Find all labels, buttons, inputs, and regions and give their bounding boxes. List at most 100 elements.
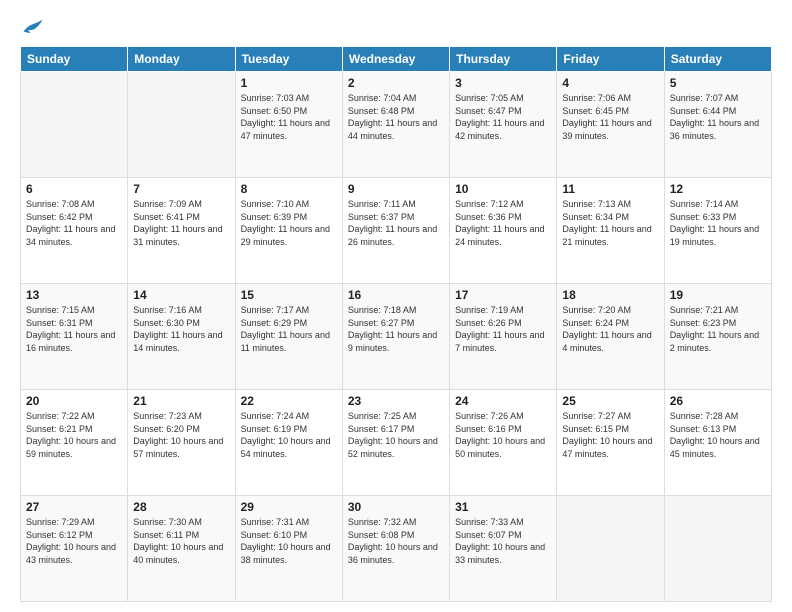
day-info: Sunrise: 7:16 AMSunset: 6:30 PMDaylight:… (133, 304, 229, 354)
day-number: 26 (670, 394, 766, 408)
day-info: Sunrise: 7:05 AMSunset: 6:47 PMDaylight:… (455, 92, 551, 142)
week-row-2: 6Sunrise: 7:08 AMSunset: 6:42 PMDaylight… (21, 178, 772, 284)
calendar-cell: 3 Sunrise: 7:05 AMSunset: 6:47 PMDaylight… (450, 72, 557, 178)
calendar-cell: 29Sunrise: 7:31 AMSunset: 6:10 PMDayligh… (235, 496, 342, 602)
day-number: 29 (241, 500, 337, 514)
day-number: 14 (133, 288, 229, 302)
day-info: Sunrise: 7:14 AMSunset: 6:33 PMDaylight:… (670, 198, 766, 248)
header (20, 18, 772, 36)
logo-text (20, 18, 44, 36)
weekday-header-monday: Monday (128, 47, 235, 72)
calendar-cell (21, 72, 128, 178)
calendar-cell: 24 Sunrise: 7:26 AMSunset: 6:16 PMDayligh… (450, 390, 557, 496)
weekday-header-sunday: Sunday (21, 47, 128, 72)
day-number: 11 (562, 182, 658, 196)
day-number: 18 (562, 288, 658, 302)
day-number: 30 (348, 500, 444, 514)
day-info: Sunrise: 7:22 AMSunset: 6:21 PMDaylight:… (26, 410, 122, 460)
calendar-cell: 12 Sunrise: 7:14 AMSunset: 6:33 PMDayligh… (664, 178, 771, 284)
weekday-header-friday: Friday (557, 47, 664, 72)
page: SundayMondayTuesdayWednesdayThursdayFrid… (0, 0, 792, 612)
calendar-cell: 30Sunrise: 7:32 AMSunset: 6:08 PMDayligh… (342, 496, 449, 602)
day-number: 9 (348, 182, 444, 196)
day-info: Sunrise: 7:04 AMSunset: 6:48 PMDaylight:… (348, 92, 444, 142)
calendar-cell: 27 Sunrise: 7:29 AMSunset: 6:12 PMDayligh… (21, 496, 128, 602)
day-number: 6 (26, 182, 122, 196)
calendar-cell: 15 Sunrise: 7:17 AMSunset: 6:29 PMDayligh… (235, 284, 342, 390)
day-info: Sunrise: 7:23 AMSunset: 6:20 PMDaylight:… (133, 410, 229, 460)
calendar-cell: 10 Sunrise: 7:12 AMSunset: 6:36 PMDayligh… (450, 178, 557, 284)
weekday-header-thursday: Thursday (450, 47, 557, 72)
day-info: Sunrise: 7:33 AMSunset: 6:07 PMDaylight:… (455, 516, 551, 566)
calendar-cell: 21 Sunrise: 7:23 AMSunset: 6:20 PMDayligh… (128, 390, 235, 496)
day-number: 1 (241, 76, 337, 90)
day-info: Sunrise: 7:29 AMSunset: 6:12 PMDaylight:… (26, 516, 122, 566)
day-info: Sunrise: 7:18 AMSunset: 6:27 PMDaylight:… (348, 304, 444, 354)
calendar-cell: 13Sunrise: 7:15 AMSunset: 6:31 PMDayligh… (21, 284, 128, 390)
calendar-body: 1 Sunrise: 7:03 AMSunset: 6:50 PMDaylight… (21, 72, 772, 602)
day-number: 27 (26, 500, 122, 514)
weekday-header-tuesday: Tuesday (235, 47, 342, 72)
day-number: 31 (455, 500, 551, 514)
calendar-cell (128, 72, 235, 178)
day-info: Sunrise: 7:06 AMSunset: 6:45 PMDaylight:… (562, 92, 658, 142)
calendar-cell: 6Sunrise: 7:08 AMSunset: 6:42 PMDaylight… (21, 178, 128, 284)
day-info: Sunrise: 7:10 AMSunset: 6:39 PMDaylight:… (241, 198, 337, 248)
day-number: 23 (348, 394, 444, 408)
day-info: Sunrise: 7:12 AMSunset: 6:36 PMDaylight:… (455, 198, 551, 248)
day-info: Sunrise: 7:20 AMSunset: 6:24 PMDaylight:… (562, 304, 658, 354)
weekday-row: SundayMondayTuesdayWednesdayThursdayFrid… (21, 47, 772, 72)
day-number: 7 (133, 182, 229, 196)
day-number: 2 (348, 76, 444, 90)
calendar-cell: 26 Sunrise: 7:28 AMSunset: 6:13 PMDayligh… (664, 390, 771, 496)
day-info: Sunrise: 7:19 AMSunset: 6:26 PMDaylight:… (455, 304, 551, 354)
day-info: Sunrise: 7:24 AMSunset: 6:19 PMDaylight:… (241, 410, 337, 460)
week-row-5: 27 Sunrise: 7:29 AMSunset: 6:12 PMDayligh… (21, 496, 772, 602)
calendar: SundayMondayTuesdayWednesdayThursdayFrid… (20, 46, 772, 602)
day-number: 12 (670, 182, 766, 196)
calendar-cell: 14 Sunrise: 7:16 AMSunset: 6:30 PMDayligh… (128, 284, 235, 390)
day-number: 16 (348, 288, 444, 302)
calendar-cell (664, 496, 771, 602)
day-info: Sunrise: 7:17 AMSunset: 6:29 PMDaylight:… (241, 304, 337, 354)
calendar-cell: 28 Sunrise: 7:30 AMSunset: 6:11 PMDayligh… (128, 496, 235, 602)
day-info: Sunrise: 7:25 AMSunset: 6:17 PMDaylight:… (348, 410, 444, 460)
calendar-cell: 17 Sunrise: 7:19 AMSunset: 6:26 PMDayligh… (450, 284, 557, 390)
day-info: Sunrise: 7:28 AMSunset: 6:13 PMDaylight:… (670, 410, 766, 460)
day-number: 3 (455, 76, 551, 90)
calendar-cell: 1 Sunrise: 7:03 AMSunset: 6:50 PMDaylight… (235, 72, 342, 178)
calendar-cell: 8 Sunrise: 7:10 AMSunset: 6:39 PMDaylight… (235, 178, 342, 284)
day-number: 20 (26, 394, 122, 408)
day-info: Sunrise: 7:11 AMSunset: 6:37 PMDaylight:… (348, 198, 444, 248)
week-row-4: 20 Sunrise: 7:22 AMSunset: 6:21 PMDayligh… (21, 390, 772, 496)
day-number: 28 (133, 500, 229, 514)
calendar-cell: 4 Sunrise: 7:06 AMSunset: 6:45 PMDaylight… (557, 72, 664, 178)
calendar-cell: 20 Sunrise: 7:22 AMSunset: 6:21 PMDayligh… (21, 390, 128, 496)
logo-bird-icon (22, 18, 44, 36)
day-info: Sunrise: 7:27 AMSunset: 6:15 PMDaylight:… (562, 410, 658, 460)
day-number: 22 (241, 394, 337, 408)
day-info: Sunrise: 7:26 AMSunset: 6:16 PMDaylight:… (455, 410, 551, 460)
day-info: Sunrise: 7:30 AMSunset: 6:11 PMDaylight:… (133, 516, 229, 566)
day-number: 24 (455, 394, 551, 408)
day-number: 15 (241, 288, 337, 302)
day-number: 8 (241, 182, 337, 196)
calendar-cell: 25 Sunrise: 7:27 AMSunset: 6:15 PMDayligh… (557, 390, 664, 496)
calendar-cell: 23 Sunrise: 7:25 AMSunset: 6:17 PMDayligh… (342, 390, 449, 496)
day-number: 21 (133, 394, 229, 408)
week-row-1: 1 Sunrise: 7:03 AMSunset: 6:50 PMDaylight… (21, 72, 772, 178)
calendar-cell: 7 Sunrise: 7:09 AMSunset: 6:41 PMDaylight… (128, 178, 235, 284)
calendar-cell: 16 Sunrise: 7:18 AMSunset: 6:27 PMDayligh… (342, 284, 449, 390)
calendar-cell: 5Sunrise: 7:07 AMSunset: 6:44 PMDaylight… (664, 72, 771, 178)
day-number: 4 (562, 76, 658, 90)
day-number: 25 (562, 394, 658, 408)
day-info: Sunrise: 7:03 AMSunset: 6:50 PMDaylight:… (241, 92, 337, 142)
day-number: 10 (455, 182, 551, 196)
day-info: Sunrise: 7:09 AMSunset: 6:41 PMDaylight:… (133, 198, 229, 248)
week-row-3: 13Sunrise: 7:15 AMSunset: 6:31 PMDayligh… (21, 284, 772, 390)
calendar-header: SundayMondayTuesdayWednesdayThursdayFrid… (21, 47, 772, 72)
day-number: 5 (670, 76, 766, 90)
day-number: 17 (455, 288, 551, 302)
logo (20, 18, 44, 36)
day-info: Sunrise: 7:21 AMSunset: 6:23 PMDaylight:… (670, 304, 766, 354)
